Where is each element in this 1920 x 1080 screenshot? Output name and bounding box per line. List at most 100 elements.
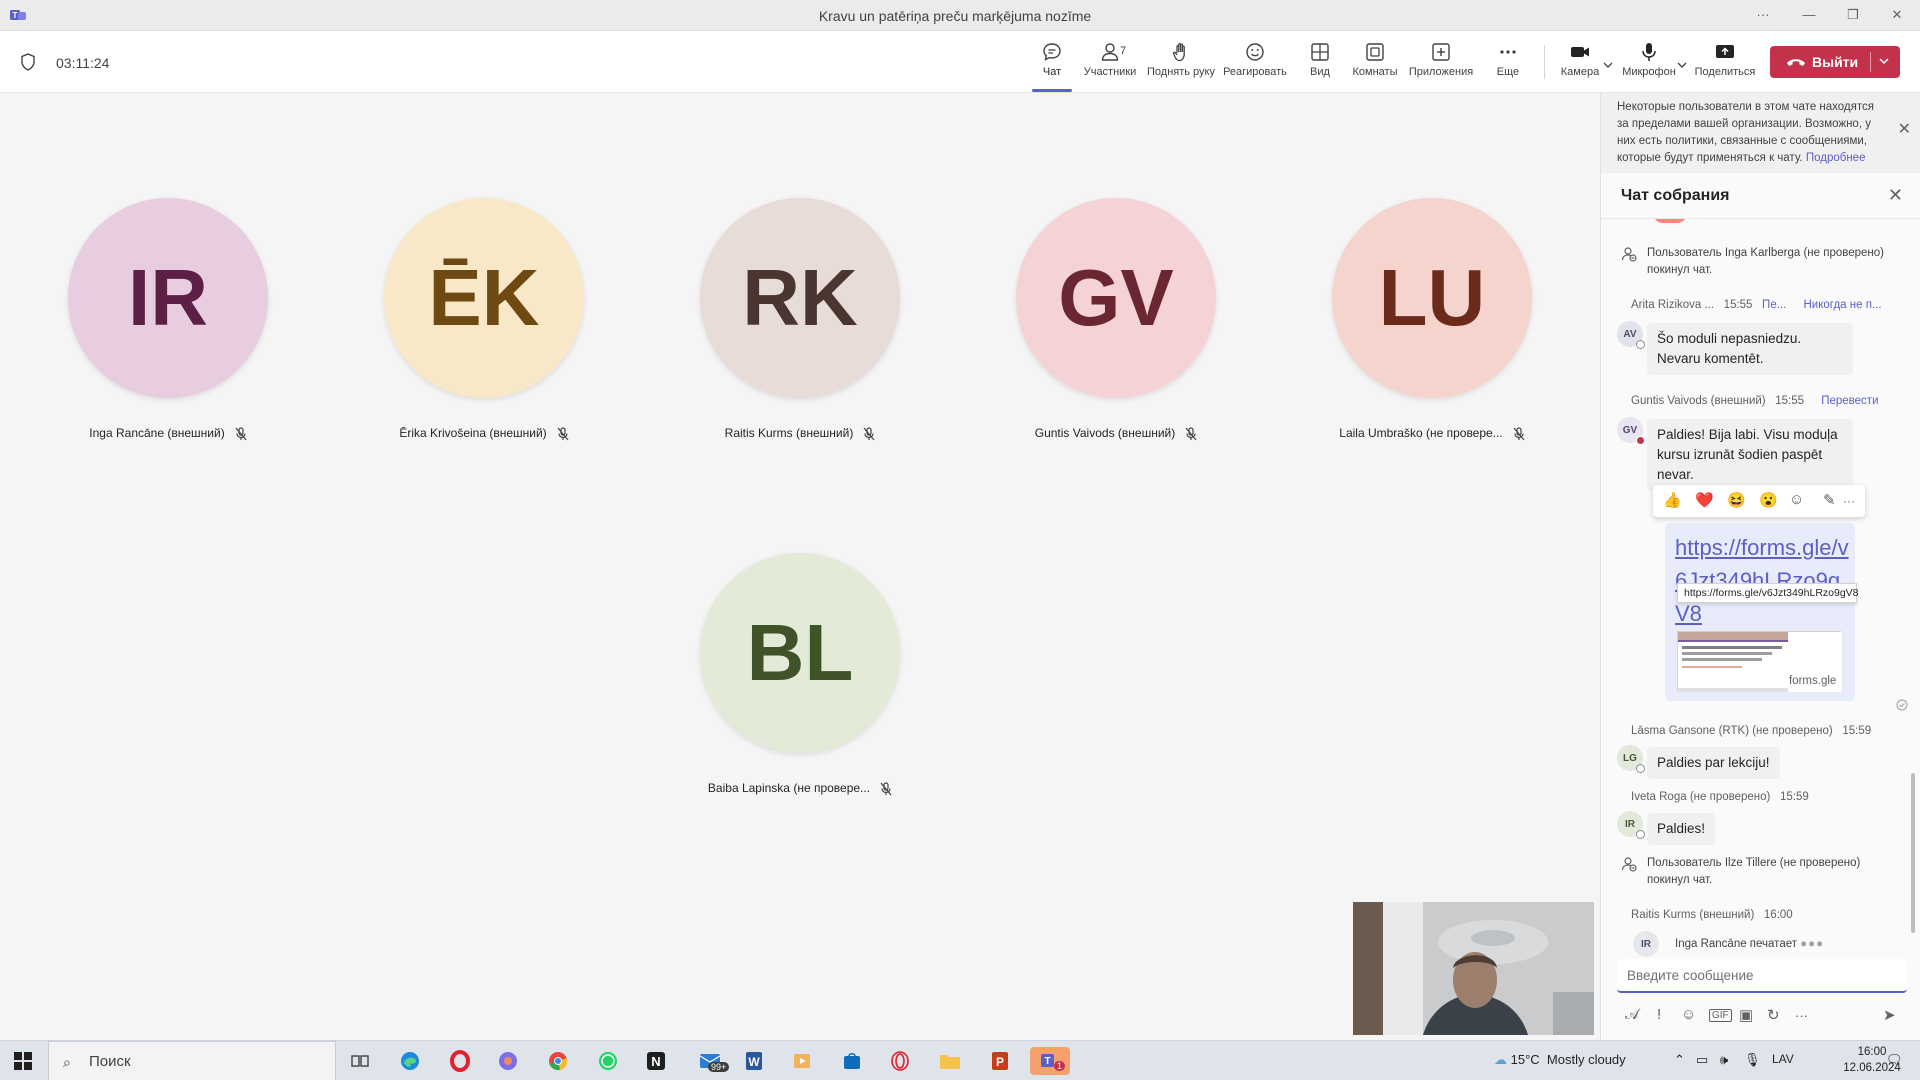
opera-glyph (450, 1050, 470, 1072)
participant-tile[interactable]: ĒK Ērika Krivošeina (внешний) (384, 198, 584, 441)
restore-button[interactable]: ❐ (1838, 4, 1868, 26)
notifications-icon[interactable]: 🗨 (1886, 1052, 1903, 1068)
opera-icon[interactable] (442, 1047, 478, 1075)
participant-tile[interactable]: IR Inga Rancāne (внешний) (68, 198, 268, 441)
loop-icon[interactable]: ↻ (1767, 1006, 1780, 1024)
windows-start-icon[interactable] (14, 1052, 32, 1070)
participant-name: Laila Umbraško (не провере... (1272, 426, 1592, 441)
never-translate-link[interactable]: Никогда не п... (1804, 299, 1882, 311)
mic-options-chevron-icon[interactable] (1676, 59, 1688, 71)
add-reaction-icon[interactable]: ☺ (1789, 491, 1804, 508)
whatsapp-icon[interactable] (590, 1047, 626, 1075)
message-input[interactable]: Введите сообщение (1617, 959, 1907, 993)
compose-toolbar: 𝒜 ! ☺ GIF ▣ ↻ ··· ➤ (1617, 1003, 1913, 1029)
participants-button[interactable]: 7 Участники (1082, 37, 1138, 87)
store-icon[interactable] (834, 1047, 870, 1075)
camera-options-chevron-icon[interactable] (1602, 59, 1614, 71)
emoji-icon[interactable]: ☺ (1681, 1006, 1696, 1023)
word-icon[interactable]: W (736, 1047, 772, 1075)
compose-more-icon[interactable]: ··· (1795, 1008, 1808, 1023)
tray-overflow-icon[interactable]: ⌃ (1674, 1052, 1685, 1068)
search-icon: ⌕ (63, 1054, 71, 1070)
link-preview-card[interactable]: https://forms.gle/v6Jzt349hLRzo9gV8 form… (1665, 523, 1855, 701)
network-icon[interactable]: ▭ (1696, 1052, 1708, 1068)
microphone-button[interactable]: Микрофон (1618, 37, 1680, 87)
chrome-icon[interactable] (540, 1047, 576, 1075)
chat-scrollbar[interactable] (1911, 773, 1915, 933)
copilot-glyph (499, 1052, 517, 1070)
raise-hand-button[interactable]: Поднять руку (1146, 37, 1216, 87)
chat-button[interactable]: Чат (1030, 37, 1074, 92)
more-actions-button[interactable]: Еще (1490, 37, 1526, 87)
svg-text:W: W (748, 1055, 760, 1069)
participant-tile[interactable]: GV Guntis Vaivods (внешний) (1016, 198, 1216, 441)
self-video-preview[interactable] (1353, 902, 1594, 1035)
message-bubble[interactable]: Šo moduli nepasniedzu. Nevaru komentēt. (1647, 323, 1853, 375)
language-indicator[interactable]: LAV (1772, 1052, 1794, 1066)
minimize-button[interactable]: — (1794, 4, 1824, 26)
sticker-icon[interactable]: ▣ (1739, 1006, 1753, 1024)
message-bubble[interactable]: Paldies! (1647, 813, 1716, 845)
mail-icon[interactable]: 99+ (690, 1047, 732, 1075)
opera-gx-icon[interactable] (882, 1047, 918, 1075)
message-avatar: GV (1617, 417, 1645, 445)
message-more-icon[interactable]: ··· (1843, 494, 1855, 508)
rooms-button[interactable]: Комнаты (1350, 37, 1400, 87)
mic-in-use-icon[interactable]: 🎙 (1744, 1052, 1761, 1068)
message-avatar: IR (1617, 811, 1645, 839)
window-more-button[interactable]: ··· (1748, 4, 1778, 26)
participant-tile[interactable]: BL Baiba Lapinska (не провере... (700, 553, 900, 796)
mic-muted-icon (235, 427, 247, 441)
mic-muted-icon (1185, 427, 1197, 441)
mic-muted-icon (1513, 427, 1525, 441)
typing-text: Inga Rancāne печатает (1675, 938, 1797, 950)
file-explorer-icon[interactable] (932, 1047, 968, 1075)
close-window-button[interactable]: ✕ (1882, 4, 1912, 26)
media-player-icon[interactable] (784, 1047, 820, 1075)
share-button[interactable]: Поделиться (1692, 37, 1758, 87)
translate-link[interactable]: Пе... (1762, 299, 1786, 311)
like-reaction-icon[interactable]: 👍 (1663, 491, 1682, 509)
learn-more-link[interactable]: Подробнее (1806, 152, 1866, 164)
react-button[interactable]: Реагировать (1222, 37, 1288, 87)
volume-icon[interactable]: 🕪 (1720, 1052, 1728, 1068)
send-icon[interactable]: ➤ (1883, 1006, 1896, 1024)
meeting-chat-panel: Некоторые пользователи в этом чате наход… (1600, 93, 1920, 1040)
task-view-icon[interactable] (342, 1047, 378, 1075)
camera-button[interactable]: Камера (1556, 37, 1604, 87)
laugh-reaction-icon[interactable]: 😆 (1727, 491, 1746, 509)
weather-widget[interactable]: ☁ 15°C Mostly cloudy (1494, 1052, 1626, 1068)
edge-icon[interactable] (392, 1047, 428, 1075)
gif-icon[interactable]: GIF (1709, 1009, 1732, 1022)
heart-reaction-icon[interactable]: ❤️ (1695, 491, 1714, 509)
raise-hand-label: Поднять руку (1147, 66, 1215, 78)
leave-button[interactable]: Выйти (1770, 46, 1900, 78)
edit-message-icon[interactable]: ✎ (1823, 491, 1836, 509)
participant-tile[interactable]: LU Laila Umbraško (не провере... (1332, 198, 1532, 441)
notion-icon[interactable]: N (638, 1047, 674, 1075)
message-bubble[interactable]: Paldies! Bija labi. Visu moduļa kursu iz… (1647, 419, 1853, 491)
weather-cloud-icon: ☁ (1494, 1052, 1507, 1067)
powerpoint-icon[interactable]: P (982, 1047, 1018, 1075)
taskbar-search[interactable]: ⌕ Поиск (48, 1041, 336, 1080)
copilot-icon[interactable] (490, 1047, 526, 1075)
format-icon[interactable]: 𝒜 (1625, 1006, 1639, 1023)
view-button[interactable]: Вид (1302, 37, 1338, 87)
participant-name: Raitis Kurms (внешний) (640, 426, 960, 441)
form-link[interactable]: https://forms.gle/v6Jzt349hLRzo9gV8 (1675, 531, 1851, 630)
message-bubble[interactable]: Paldies par lekciju! (1647, 747, 1780, 779)
apps-button[interactable]: Приложения (1406, 37, 1476, 87)
dismiss-notice-icon[interactable]: ✕ (1898, 121, 1911, 138)
video-frame-image (1353, 902, 1594, 1035)
participants-count: 7 (1120, 45, 1127, 57)
close-chat-icon[interactable]: ✕ (1888, 185, 1903, 206)
share-screen-icon (1716, 45, 1734, 58)
priority-icon[interactable]: ! (1657, 1006, 1661, 1023)
teams-taskbar-icon[interactable]: T1 (1030, 1047, 1070, 1075)
surprised-reaction-icon[interactable]: 😮 (1759, 491, 1778, 509)
leave-options-chevron-icon[interactable] (1878, 55, 1890, 67)
participant-tile[interactable]: RK Raitis Kurms (внешний) (700, 198, 900, 441)
message-list[interactable]: Пользователь Inga Karlberga (не проверен… (1601, 219, 1913, 960)
translate-link[interactable]: Перевести (1821, 395, 1878, 407)
media-glyph (794, 1054, 810, 1068)
